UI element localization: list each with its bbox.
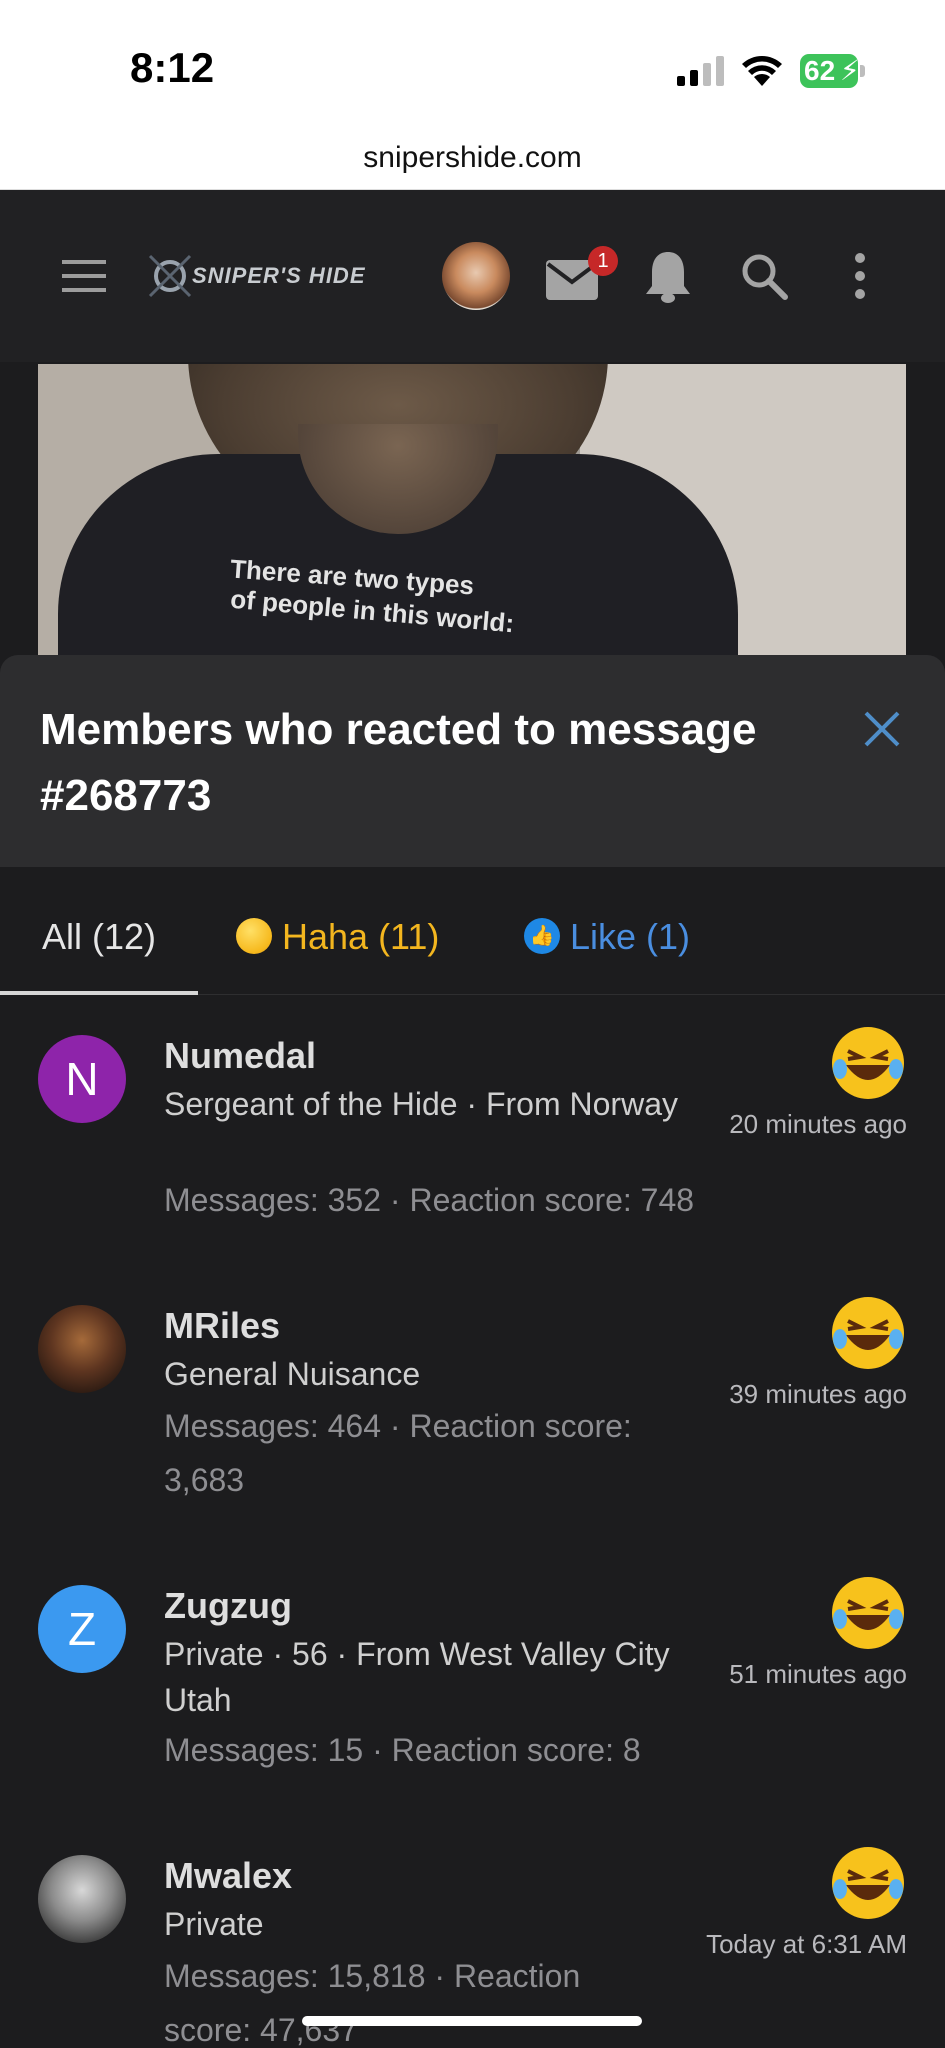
status-bar: 8:12 62 ⚡: [0, 0, 945, 130]
list-item[interactable]: N Numedal Sergeant of the Hide · From No…: [0, 1025, 945, 1245]
reactions-modal: Members who reacted to message #268773 A…: [0, 655, 945, 2048]
modal-header: Members who reacted to message #268773: [0, 655, 945, 867]
reaction-time: 51 minutes ago: [729, 1659, 907, 1689]
battery-icon: 62 ⚡: [800, 54, 866, 88]
reaction-tabs: All (12) Haha (11) 👍 Like (1): [0, 867, 945, 995]
tab-like-label: Like (1): [570, 916, 691, 957]
tab-all[interactable]: All (12): [0, 867, 198, 995]
url-bar[interactable]: snipershide.com: [0, 130, 945, 190]
mail-badge-count: 1: [597, 250, 609, 272]
avatar[interactable]: [38, 1305, 126, 1393]
tab-haha[interactable]: Haha (11): [236, 867, 439, 995]
list-item[interactable]: MRiles General Nuisance Messages: 464 · …: [0, 1295, 945, 1535]
tab-all-label: All (12): [41, 916, 157, 957]
more-icon[interactable]: [852, 252, 868, 300]
member-stats: Messages: 464 · Reaction score: 3,683: [164, 1408, 632, 1498]
haha-emoji-icon: [236, 918, 272, 955]
close-icon[interactable]: [860, 707, 904, 751]
haha-emoji-icon: [832, 1847, 904, 1919]
reaction-time: Today at 6:31 AM: [706, 1929, 907, 1959]
member-stats: Messages: 15 · Reaction score: 8: [164, 1732, 641, 1768]
home-indicator[interactable]: [302, 2016, 642, 2026]
avatar[interactable]: N: [38, 1035, 126, 1123]
member-name[interactable]: Numedal: [164, 1035, 316, 1077]
tab-like[interactable]: 👍 Like (1): [524, 867, 690, 995]
haha-emoji-icon: [832, 1297, 904, 1369]
haha-emoji-icon: [832, 1577, 904, 1649]
inbox-button[interactable]: 1: [546, 246, 618, 306]
avatar[interactable]: Z: [38, 1585, 126, 1673]
site-header: SNIPER'S HIDE 1: [0, 190, 945, 362]
member-name[interactable]: Mwalex: [164, 1855, 292, 1897]
haha-emoji-icon: [832, 1027, 904, 1099]
search-icon[interactable]: [740, 252, 788, 300]
avatar-initial: N: [65, 1053, 99, 1105]
list-item[interactable]: Z Zugzug Private · 56 · From West Valley…: [0, 1575, 945, 1795]
signal-icon: [677, 56, 724, 86]
member-stats: Messages: 15,818 · Reaction score: 47,63…: [164, 1958, 581, 2048]
member-title: Private · 56 · From West Valley City Uta…: [164, 1636, 670, 1718]
member-title: General Nuisance: [164, 1356, 421, 1392]
mail-badge: 1: [588, 246, 618, 276]
site-logo[interactable]: SNIPER'S HIDE: [146, 252, 386, 300]
avatar-initial: Z: [67, 1603, 97, 1655]
thumbs-up-icon: 👍: [524, 918, 560, 955]
member-stats: Messages: 352 · Reaction score: 748: [164, 1182, 695, 1218]
bell-icon[interactable]: [644, 248, 692, 304]
user-avatar[interactable]: [442, 242, 510, 310]
post-image-area: There are two types of people in this wo…: [0, 362, 945, 664]
reaction-time: 39 minutes ago: [729, 1379, 907, 1409]
tab-haha-label: Haha (11): [282, 916, 440, 957]
url-text: snipershide.com: [363, 141, 582, 174]
modal-title: Members who reacted to message #268773: [40, 705, 757, 820]
member-name[interactable]: MRiles: [164, 1305, 280, 1347]
menu-icon[interactable]: [60, 258, 108, 294]
status-time: 8:12: [130, 44, 215, 91]
logo-text: SNIPER'S HIDE: [192, 263, 366, 288]
logo-crosshair-icon: [148, 254, 192, 298]
member-name[interactable]: Zugzug: [164, 1585, 292, 1627]
member-title: Private: [164, 1906, 264, 1942]
member-title: Sergeant of the Hide · From Norway: [164, 1086, 678, 1122]
avatar[interactable]: [38, 1855, 126, 1943]
wifi-icon: [742, 56, 782, 86]
battery-level: 62: [804, 55, 836, 86]
post-photo: There are two types of people in this wo…: [38, 364, 906, 664]
reaction-time: 20 minutes ago: [729, 1109, 907, 1139]
